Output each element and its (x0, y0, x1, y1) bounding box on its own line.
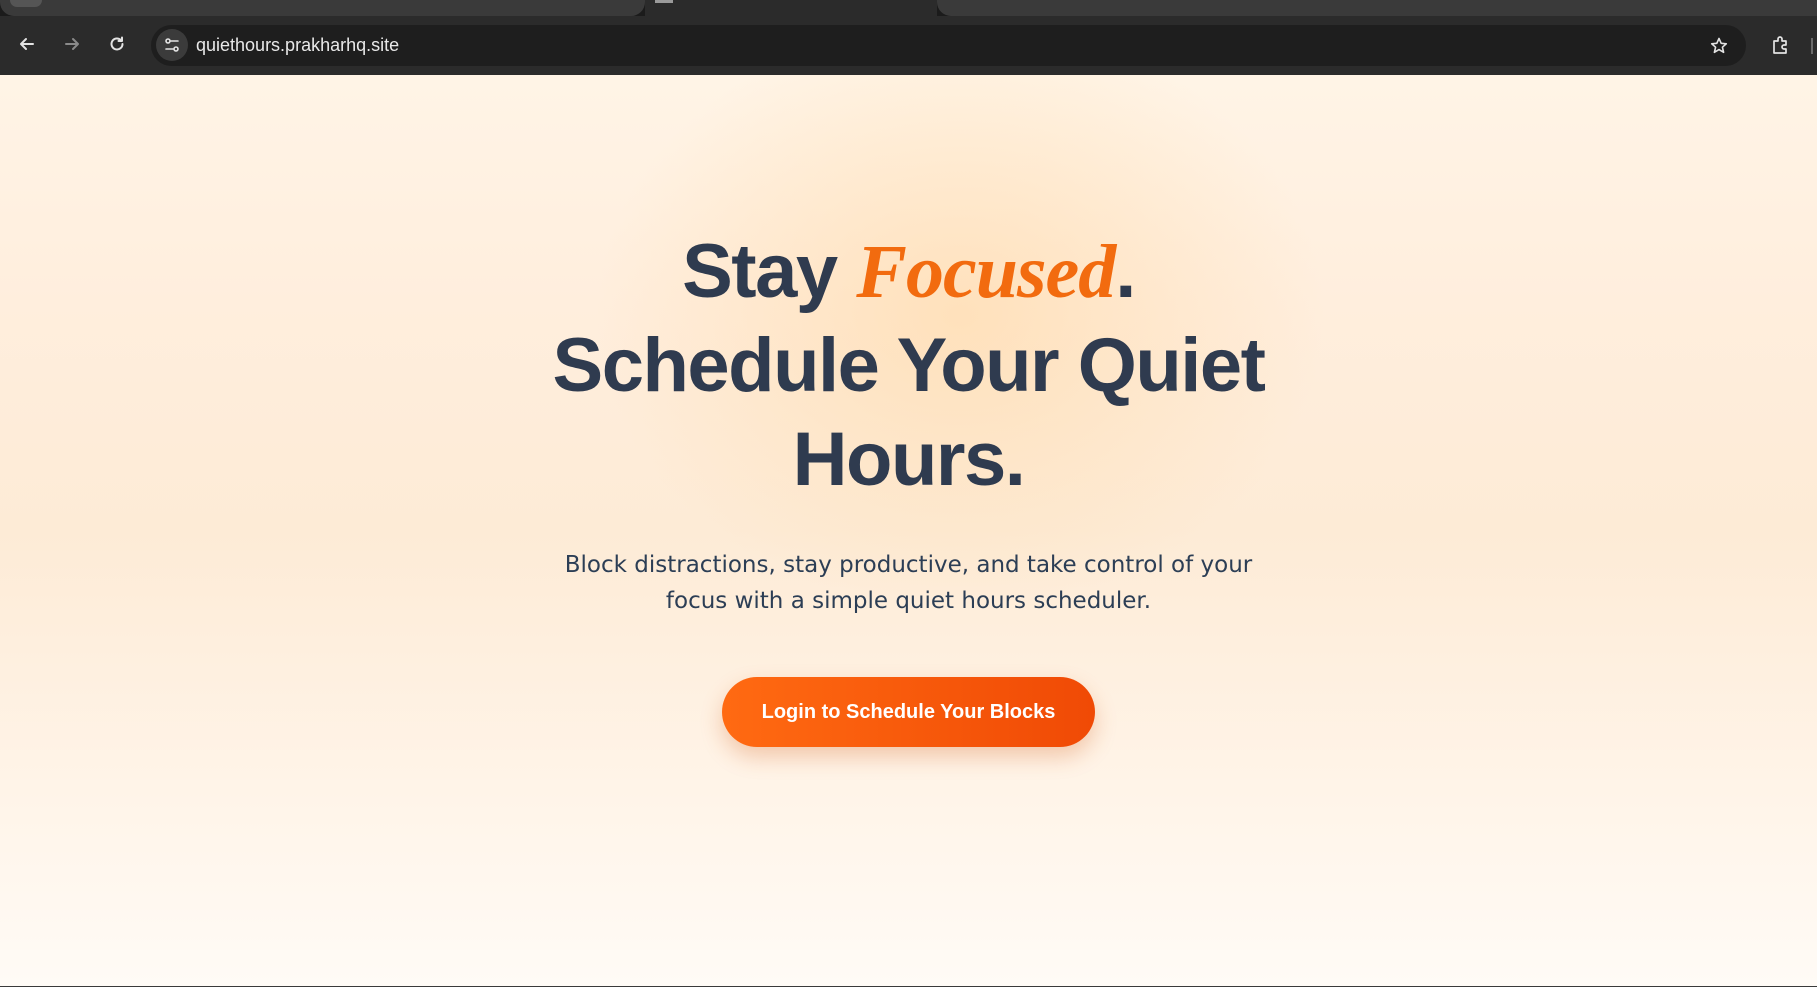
browser-toolbar: quiethours.prakharhq.site (0, 16, 1817, 75)
tab-active[interactable] (645, 0, 937, 16)
hero-title: Stay Focused. Schedule Your Quiet Hours. (0, 225, 1817, 507)
arrow-left-icon (20, 38, 34, 50)
login-schedule-button[interactable]: Login to Schedule Your Blocks (721, 677, 1096, 747)
hero-title-accent: Focused (856, 230, 1116, 314)
tab-favicon (10, 0, 42, 7)
reload-button[interactable] (99, 26, 135, 62)
url-text[interactable]: quiethours.prakharhq.site (196, 25, 399, 66)
tab-favicon-icon (655, 0, 673, 3)
site-info-button[interactable] (156, 29, 188, 61)
browser-window: quiethours.prakharhq.site Stay Focused. … (0, 0, 1817, 987)
puzzle-icon (1773, 36, 1787, 54)
tab-strip (0, 0, 1817, 16)
hero-subtitle: Block distractions, stay productive, and… (564, 552, 1253, 614)
back-button[interactable] (9, 26, 45, 62)
hero-section: Stay Focused. Schedule Your Quiet Hours.… (0, 225, 1817, 747)
reload-icon (110, 36, 124, 51)
hero-title-part1: Stay (682, 229, 857, 314)
tune-icon (165, 38, 179, 52)
hero-title-line1: Stay Focused. (682, 229, 1136, 314)
hero-title-period: . (1115, 229, 1136, 314)
arrow-right-icon (65, 38, 79, 50)
hero-title-line2: Schedule Your Quiet (552, 323, 1266, 408)
star-icon (1710, 37, 1728, 54)
hero-title-line3: Hours. (792, 417, 1026, 502)
tab-next[interactable] (937, 0, 1817, 16)
tab-previous[interactable] (0, 0, 645, 16)
toolbar-divider (1811, 38, 1813, 54)
address-bar[interactable]: quiethours.prakharhq.site (151, 25, 1746, 66)
extensions-button[interactable] (1764, 28, 1798, 62)
bookmark-button[interactable] (1704, 31, 1734, 61)
forward-button[interactable] (54, 26, 90, 62)
page-viewport: Stay Focused. Schedule Your Quiet Hours.… (0, 75, 1817, 987)
